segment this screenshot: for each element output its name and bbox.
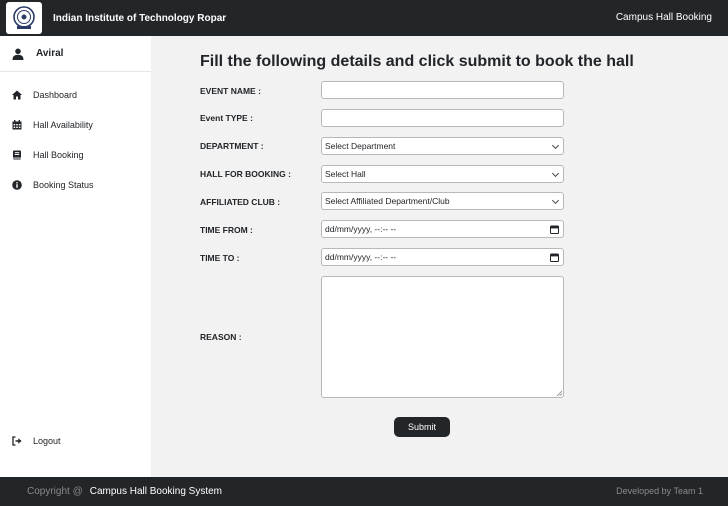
time-from-value: dd/mm/yyyy, --:-- -- bbox=[325, 224, 397, 234]
top-navbar: Indian Institute of Technology Ropar Cam… bbox=[0, 0, 728, 36]
logout-icon bbox=[12, 436, 22, 446]
sidebar-item-hall-availability[interactable]: Hall Availability bbox=[0, 110, 151, 140]
logout-label: Logout bbox=[33, 436, 61, 446]
sidebar-item-label: Hall Booking bbox=[33, 150, 84, 160]
event-type-label: Event TYPE : bbox=[200, 113, 253, 123]
department-label: DEPARTMENT : bbox=[200, 141, 264, 151]
reason-textarea[interactable] bbox=[321, 276, 564, 398]
book-icon bbox=[13, 150, 21, 160]
club-selected-value: Select Affiliated Department/Club bbox=[325, 196, 450, 206]
user-profile: Aviral bbox=[0, 36, 151, 72]
time-from-input[interactable]: dd/mm/yyyy, --:-- -- bbox=[321, 220, 564, 238]
event-name-label: EVENT NAME : bbox=[200, 86, 261, 96]
event-type-input[interactable] bbox=[321, 109, 564, 127]
hall-selected-value: Select Hall bbox=[325, 169, 366, 179]
copyright-text: Copyright @ bbox=[27, 486, 83, 497]
sidebar-item-label: Booking Status bbox=[33, 180, 94, 190]
calendar-icon bbox=[12, 120, 22, 130]
submit-button[interactable]: Submit bbox=[394, 417, 450, 437]
institute-logo[interactable] bbox=[6, 2, 42, 34]
booking-form: Fill the following details and click sub… bbox=[151, 36, 728, 477]
logout-button[interactable]: Logout bbox=[0, 426, 61, 456]
club-label: AFFILIATED CLUB : bbox=[200, 197, 281, 207]
department-select[interactable]: Select Department bbox=[321, 137, 564, 155]
user-icon bbox=[12, 48, 24, 60]
calendar-picker-icon[interactable] bbox=[550, 225, 559, 234]
time-to-input[interactable]: dd/mm/yyyy, --:-- -- bbox=[321, 248, 564, 266]
institute-name[interactable]: Indian Institute of Technology Ropar bbox=[53, 13, 226, 24]
resize-grip-icon[interactable] bbox=[556, 390, 562, 396]
app-name-link[interactable]: Campus Hall Booking bbox=[616, 12, 712, 23]
info-icon bbox=[12, 180, 22, 190]
developer-credit: Developed by Team 1 bbox=[616, 486, 703, 496]
sidebar-item-booking-status[interactable]: Booking Status bbox=[0, 170, 151, 200]
event-name-input[interactable] bbox=[321, 81, 564, 99]
sidebar-item-label: Hall Availability bbox=[33, 120, 93, 130]
sidebar-item-label: Dashboard bbox=[33, 90, 78, 100]
time-from-label: TIME FROM : bbox=[200, 225, 253, 235]
reason-label: REASON : bbox=[200, 332, 242, 342]
user-name: Aviral bbox=[36, 48, 64, 59]
page-title: Fill the following details and click sub… bbox=[200, 53, 634, 70]
hall-select[interactable]: Select Hall bbox=[321, 165, 564, 183]
department-selected-value: Select Department bbox=[325, 141, 396, 151]
sidebar: Aviral Dashboard Hall Availability Hall … bbox=[0, 36, 151, 477]
time-to-label: TIME TO : bbox=[200, 253, 240, 263]
sidebar-item-dashboard[interactable]: Dashboard bbox=[0, 80, 151, 110]
calendar-picker-icon[interactable] bbox=[550, 253, 559, 262]
home-icon bbox=[12, 90, 22, 100]
time-to-value: dd/mm/yyyy, --:-- -- bbox=[325, 252, 397, 262]
footer: Copyright @ Campus Hall Booking System D… bbox=[0, 477, 728, 506]
sidebar-item-hall-booking[interactable]: Hall Booking bbox=[0, 140, 151, 170]
hall-label: HALL FOR BOOKING : bbox=[200, 169, 291, 179]
club-select[interactable]: Select Affiliated Department/Club bbox=[321, 192, 564, 210]
system-name: Campus Hall Booking System bbox=[89, 486, 223, 497]
